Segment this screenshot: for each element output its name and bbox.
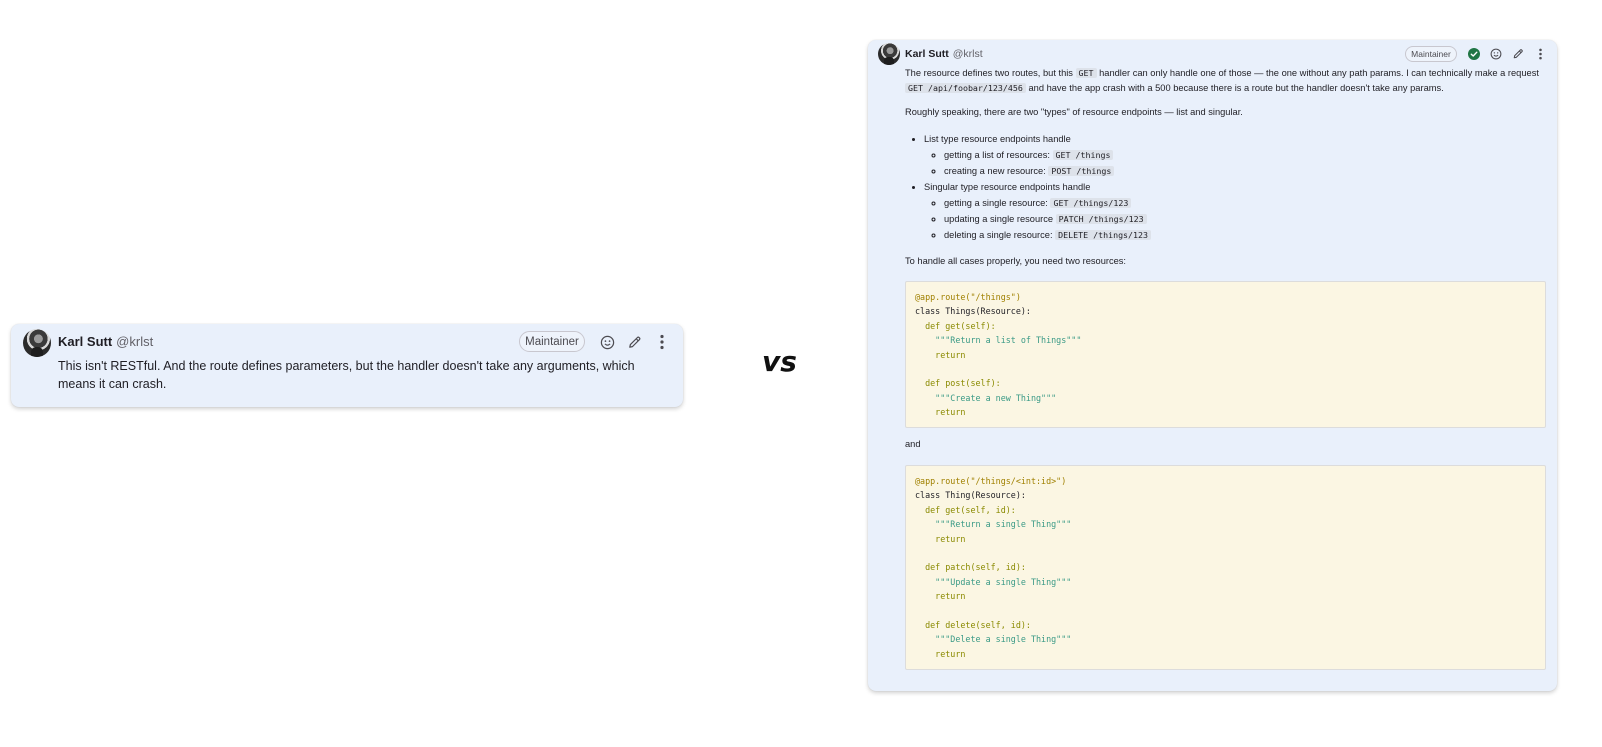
inline-code: PATCH /things/123 [1055,214,1147,224]
inline-code: GET /things [1052,150,1114,160]
vs-label: vs [762,345,797,378]
comment-header: Karl Sutt @krlst [58,334,153,349]
pencil-icon[interactable] [625,333,643,351]
inline-code: GET /things/123 [1050,198,1132,208]
pencil-icon[interactable] [1511,47,1525,61]
code-line: return [935,533,966,544]
text: deleting a single resource: [944,230,1056,240]
code-line: class Thing(Resource): [915,490,1026,501]
code-line: @app.route("/things/<int:id>") [915,476,1067,486]
comment-header: Karl Sutt @krlst [905,48,983,60]
list-item-label: List type resource endpoints handle [924,134,1071,144]
inline-code: DELETE /things/123 [1055,230,1152,240]
code-line: return [935,648,966,659]
comment-body: This isn't RESTful. And the route define… [58,359,635,391]
more-options-icon[interactable] [1533,47,1547,61]
code-line: def post(self): [925,378,1001,389]
text: creating a new resource: [944,166,1049,176]
inline-code: POST /things [1048,166,1115,176]
code-line: @app.route("/things") [915,292,1021,302]
author-name[interactable]: Karl Sutt [905,48,949,60]
code-line: """Delete a single Thing""" [935,634,1072,645]
avatar[interactable] [23,329,51,357]
code-line: return [935,349,966,360]
paragraph-types: Roughly speaking, there are two "types" … [905,107,1243,117]
code-line: def patch(self, id): [925,562,1026,573]
resolved-check-icon[interactable] [1467,47,1481,61]
emoji-icon[interactable] [598,333,616,351]
text: getting a single resource: [944,198,1051,208]
author-handle[interactable]: @krlst [116,334,153,349]
author-handle[interactable]: @krlst [953,48,983,60]
code-line: return [935,407,966,418]
comment-card-detailed: Karl Sutt @krlst Maintainer The resource… [868,40,1557,691]
code-line: """Return a single Thing""" [935,519,1072,530]
avatar[interactable] [878,43,900,65]
and-text: and [905,439,921,449]
list-item: getting a list of resources: GET /things [944,147,1547,163]
paragraph-intro: The resource defines two routes, but thi… [905,66,1547,96]
text: updating a single resource [944,214,1056,224]
list-item: Singular type resource endpoints handle … [924,179,1547,243]
emoji-icon[interactable] [1489,47,1503,61]
code-line: def delete(self, id): [925,620,1031,631]
author-name[interactable]: Karl Sutt [58,334,112,349]
more-options-icon[interactable] [653,333,671,351]
comment-card-short: Karl Sutt @krlst Maintainer This isn't R… [11,324,683,407]
list-item: List type resource endpoints handle gett… [924,131,1547,179]
inline-code: GET /api/foobar/123/456 [905,83,1026,93]
text: The resource defines two routes, but thi… [905,68,1076,78]
code-line: return [935,591,966,602]
list-item: getting a single resource: GET /things/1… [944,195,1547,211]
code-line: def get(self, id): [925,504,1016,515]
code-block-single-resource[interactable]: @app.route("/things/<int:id>") class Thi… [905,465,1546,670]
code-line: """Update a single Thing""" [935,576,1072,587]
paragraph-two-resources: To handle all cases properly, you need t… [905,256,1127,266]
inline-code: GET [1075,68,1097,78]
text: getting a list of resources: [944,150,1053,160]
code-block-list-resource[interactable]: @app.route("/things") class Things(Resou… [905,281,1546,428]
code-line: """Return a list of Things""" [935,335,1082,346]
list-item-label: Singular type resource endpoints handle [924,182,1091,192]
code-line: def get(self): [925,320,996,331]
maintainer-badge: Maintainer [519,331,585,352]
code-line: class Things(Resource): [915,306,1031,317]
code-line: """Create a new Thing""" [935,392,1057,403]
list-item: deleting a single resource: DELETE /thin… [944,227,1547,243]
list-item: updating a single resource PATCH /things… [944,211,1547,227]
endpoint-list: List type resource endpoints handle gett… [905,131,1547,243]
text: handler can only handle one of those — t… [1096,68,1539,78]
text: and have the app crash with a 500 becaus… [1025,83,1444,93]
maintainer-badge: Maintainer [1405,46,1457,62]
comment-body: The resource defines two routes, but thi… [905,66,1547,269]
list-item: creating a new resource: POST /things [944,163,1547,179]
